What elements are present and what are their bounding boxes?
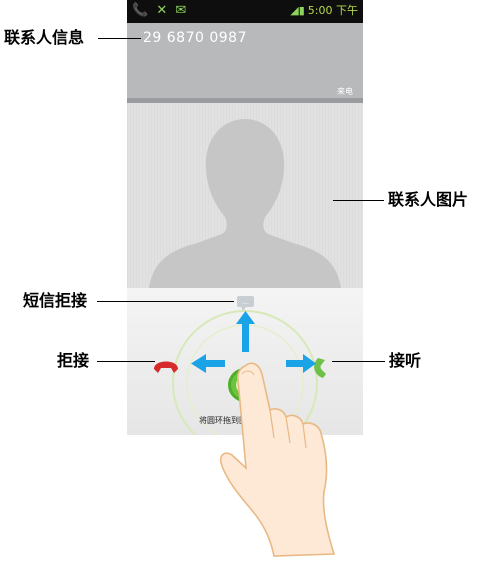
- label-contact-photo: 联系人图片: [388, 190, 469, 209]
- sms-reject-button[interactable]: …: [237, 296, 254, 311]
- svg-text:…: …: [242, 298, 249, 306]
- hang-up-icon: [154, 361, 178, 373]
- caller-number: 29 6870 0987: [143, 30, 247, 46]
- label-sms-reject: 短信拒接: [23, 291, 88, 310]
- status-time: 5:00 下午: [307, 4, 358, 17]
- arrow-up-icon: [236, 311, 255, 352]
- hand-illustration: [219, 362, 336, 557]
- line-sms-reject: [97, 301, 234, 302]
- status-bar: 📞 ✕ ✉ ◢▮ 5:00 下午: [127, 0, 363, 23]
- contact-photo: [127, 103, 363, 288]
- label-contact-info: 联系人信息: [4, 28, 85, 47]
- line-reject: [97, 361, 155, 362]
- call-state-label: 来电: [337, 87, 353, 96]
- line-answer: [332, 361, 385, 362]
- status-right: ◢▮ 5:00 下午: [290, 5, 358, 17]
- reject-button[interactable]: [154, 361, 178, 374]
- contact-info-header: 29 6870 0987 来电: [127, 23, 363, 103]
- signal-icon: ◢▮: [290, 4, 305, 17]
- notification-icons: 📞 ✕ ✉: [132, 3, 189, 18]
- label-reject: 拒接: [57, 351, 90, 370]
- default-avatar-silhouette-icon: [149, 119, 341, 288]
- line-contact-info: [98, 38, 141, 39]
- line-contact-photo: [333, 200, 384, 201]
- label-answer: 接听: [389, 351, 422, 370]
